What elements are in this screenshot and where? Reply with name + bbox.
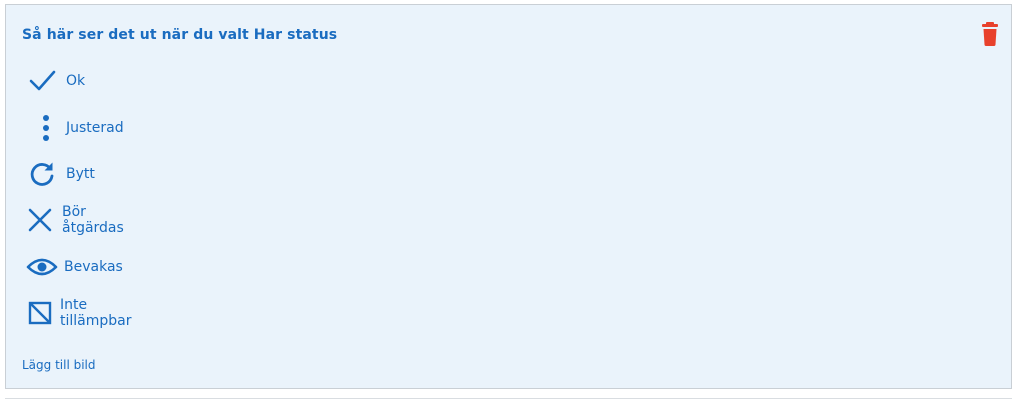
divider	[5, 398, 1012, 399]
status-item-bor-atgardas: Bör åtgärdas	[26, 204, 128, 236]
refresh-icon	[26, 158, 58, 190]
status-label: Ok	[66, 73, 86, 89]
vertical-dots-icon	[26, 112, 58, 144]
trash-icon	[982, 22, 998, 46]
add-image-link[interactable]: Lägg till bild	[22, 358, 96, 372]
status-item-inte-tillampbar: Inte tillämpbar	[26, 297, 135, 329]
status-label: Bör åtgärdas	[62, 204, 124, 236]
status-label: Inte tillämpbar	[60, 297, 132, 329]
x-mark-icon	[26, 204, 54, 236]
delete-button[interactable]	[979, 21, 1005, 47]
checkmark-icon	[26, 65, 58, 97]
not-applicable-icon	[26, 297, 54, 329]
status-label: Justerad	[66, 120, 124, 136]
eye-icon	[26, 251, 58, 283]
status-card: Så här ser det ut när du valt Har status…	[5, 4, 1012, 389]
card-title: Så här ser det ut när du valt Har status	[22, 27, 338, 43]
status-item-bytt: Bytt	[26, 158, 95, 190]
status-item-ok: Ok	[26, 65, 85, 97]
status-item-bevakas: Bevakas	[26, 251, 123, 283]
status-item-justerad: Justerad	[26, 112, 124, 144]
status-label: Bevakas	[64, 259, 123, 275]
status-label: Bytt	[66, 166, 95, 182]
